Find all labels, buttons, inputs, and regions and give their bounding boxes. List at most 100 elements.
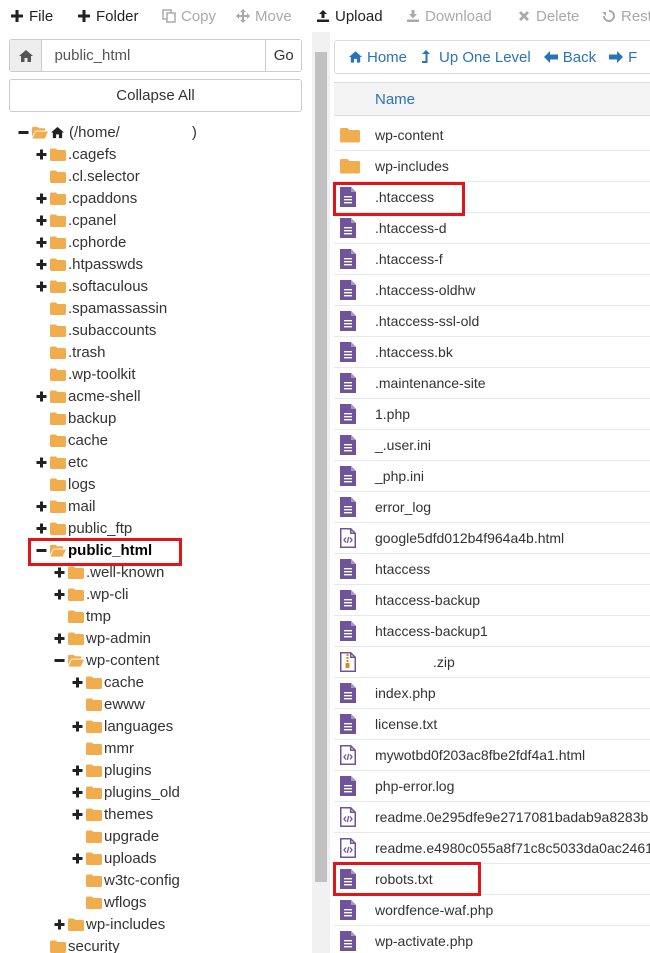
tree-item-logs[interactable]: logs: [36, 473, 96, 495]
collapse-icon[interactable]: [36, 545, 47, 556]
tree-item-uploads[interactable]: uploads: [72, 847, 157, 869]
expand-icon[interactable]: [36, 281, 47, 292]
expand-icon[interactable]: [36, 523, 47, 534]
tree-item-upgrade[interactable]: upgrade: [72, 825, 159, 847]
expand-icon[interactable]: [54, 919, 65, 930]
file-row[interactable]: google5dfd012b4f964a4b.html: [334, 523, 650, 554]
nav-home-button[interactable]: Home: [348, 49, 407, 66]
toolbar-folder-button[interactable]: Folder: [77, 6, 139, 26]
file-row[interactable]: wp-activate.php: [334, 926, 650, 953]
file-row[interactable]: robots.txt: [334, 864, 650, 895]
tree-item-languages[interactable]: languages: [72, 715, 173, 737]
file-row[interactable]: htaccess-backup: [334, 585, 650, 616]
file-row[interactable]: wordfence-waf.php: [334, 895, 650, 926]
toolbar-copy-button[interactable]: Copy: [162, 6, 216, 26]
tree-item-spamassassin[interactable]: .spamassassin: [36, 297, 167, 319]
tree-item-etc[interactable]: etc: [36, 451, 88, 473]
tree-item-trash[interactable]: .trash: [36, 341, 106, 363]
file-row[interactable]: error_log: [334, 492, 650, 523]
tree-item-public-html[interactable]: public_html: [36, 539, 152, 561]
expand-icon[interactable]: [36, 457, 47, 468]
toolbar-file-button[interactable]: File: [10, 6, 53, 26]
file-row[interactable]: .zip: [334, 647, 650, 678]
nav-f-button[interactable]: F: [609, 49, 637, 66]
expand-icon[interactable]: [54, 589, 65, 600]
expand-icon[interactable]: [72, 765, 83, 776]
file-row[interactable]: _php.ini: [334, 461, 650, 492]
tree-item-cpanel[interactable]: .cpanel: [36, 209, 116, 231]
expand-icon[interactable]: [36, 501, 47, 512]
tree-item-wp-cli[interactable]: .wp-cli: [54, 583, 129, 605]
file-row[interactable]: .htaccess.bk: [334, 337, 650, 368]
file-row[interactable]: .htaccess: [334, 182, 650, 213]
file-row[interactable]: _.user.ini: [334, 430, 650, 461]
file-row[interactable]: .maintenance-site: [334, 368, 650, 399]
collapse-icon[interactable]: [54, 655, 65, 666]
tree-item-plugins-old[interactable]: plugins_old: [72, 781, 180, 803]
tree-item-wp-includes[interactable]: wp-includes: [54, 913, 165, 935]
tree-item-security[interactable]: security: [36, 935, 120, 953]
tree-item-mail[interactable]: mail: [36, 495, 96, 517]
expand-icon[interactable]: [72, 853, 83, 864]
tree-item-well-known[interactable]: .well-known: [54, 561, 164, 583]
collapse-all-button[interactable]: Collapse All: [9, 79, 302, 112]
file-row[interactable]: readme.0e295dfe9e2717081badab9a8283b: [334, 802, 650, 833]
tree-item-wp-toolkit[interactable]: .wp-toolkit: [36, 363, 136, 385]
file-row[interactable]: readme.e4980c055a8f71c8c5033da0ac2461: [334, 833, 650, 864]
tree-item-themes[interactable]: themes: [72, 803, 153, 825]
expand-icon[interactable]: [36, 193, 47, 204]
tree-item-ewww[interactable]: ewww: [72, 693, 145, 715]
expand-icon[interactable]: [72, 677, 83, 688]
tree-item-cagefs[interactable]: .cagefs: [36, 143, 116, 165]
file-row[interactable]: htaccess-backup1: [334, 616, 650, 647]
expand-icon[interactable]: [36, 215, 47, 226]
tree-item-wp-content[interactable]: wp-content: [54, 649, 159, 671]
scrollbar-thumb[interactable]: [315, 52, 327, 882]
expand-icon[interactable]: [36, 259, 47, 270]
toolbar-upload-button[interactable]: Upload: [316, 6, 383, 26]
tree-item-cache[interactable]: cache: [36, 429, 108, 451]
path-input[interactable]: [42, 40, 266, 71]
file-row[interactable]: 1.php: [334, 399, 650, 430]
tree-item-wflogs[interactable]: wflogs: [72, 891, 147, 913]
file-row[interactable]: php-error.log: [334, 771, 650, 802]
expand-icon[interactable]: [36, 391, 47, 402]
name-column-header[interactable]: Name: [375, 91, 415, 108]
tree-item-wp-admin[interactable]: wp-admin: [54, 627, 151, 649]
file-row[interactable]: htaccess: [334, 554, 650, 585]
file-row[interactable]: .htaccess-ssl-old: [334, 306, 650, 337]
tree-item-plugins[interactable]: plugins: [72, 759, 152, 781]
tree-item-cache[interactable]: cache: [72, 671, 144, 693]
expand-icon[interactable]: [36, 149, 47, 160]
file-row[interactable]: .htaccess-f: [334, 244, 650, 275]
tree-item-home[interactable]: (/home/): [18, 121, 197, 143]
toolbar-rest-button[interactable]: Rest: [602, 6, 650, 26]
tree-item-htpasswds[interactable]: .htpasswds: [36, 253, 143, 275]
collapse-icon[interactable]: [18, 127, 29, 138]
tree-item-subaccounts[interactable]: .subaccounts: [36, 319, 156, 341]
expand-icon[interactable]: [72, 809, 83, 820]
expand-icon[interactable]: [54, 633, 65, 644]
tree-item-tmp[interactable]: tmp: [54, 605, 111, 627]
expand-icon[interactable]: [36, 237, 47, 248]
tree-scrollbar[interactable]: [312, 32, 330, 953]
expand-icon[interactable]: [54, 567, 65, 578]
file-row[interactable]: index.php: [334, 678, 650, 709]
nav-up-one-level-button[interactable]: Up One Level: [420, 49, 531, 66]
tree-item-public-ftp[interactable]: public_ftp: [36, 517, 132, 539]
file-row[interactable]: wp-includes: [334, 151, 650, 182]
path-home-button[interactable]: [10, 40, 43, 71]
toolbar-download-button[interactable]: Download: [406, 6, 492, 26]
tree-item-w3tc-config[interactable]: w3tc-config: [72, 869, 180, 891]
expand-icon[interactable]: [72, 721, 83, 732]
go-button[interactable]: Go: [265, 40, 301, 71]
tree-item-cpaddons[interactable]: .cpaddons: [36, 187, 137, 209]
toolbar-move-button[interactable]: Move: [236, 6, 292, 26]
nav-back-button[interactable]: Back: [543, 49, 596, 66]
file-row[interactable]: mywotbd0f203ac8fbe2fdf4a1.html: [334, 740, 650, 771]
toolbar-delete-button[interactable]: Delete: [517, 6, 579, 26]
tree-item-acme-shell[interactable]: acme-shell: [36, 385, 141, 407]
tree-item-cphorde[interactable]: .cphorde: [36, 231, 126, 253]
file-row[interactable]: license.txt: [334, 709, 650, 740]
tree-item-backup[interactable]: backup: [36, 407, 116, 429]
